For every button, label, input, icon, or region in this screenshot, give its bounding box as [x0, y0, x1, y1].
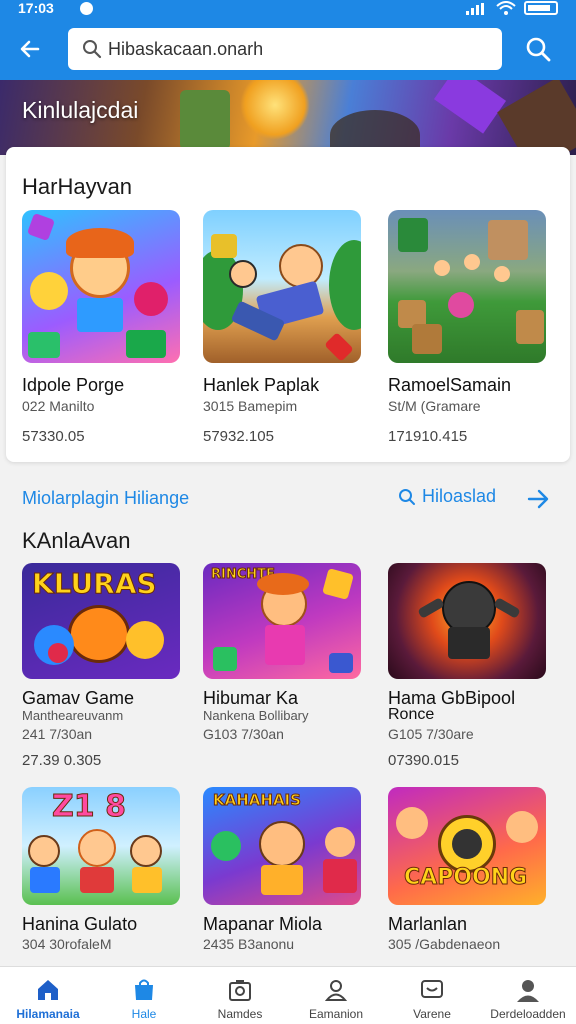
wifi-icon: [496, 1, 516, 15]
game-price: 27.39 0.305: [22, 752, 102, 769]
home-icon: [38, 980, 58, 1000]
game-meta: 3015 Bamepim: [203, 398, 298, 414]
signal-icon: [466, 3, 484, 15]
message-icon: [421, 980, 443, 998]
bag-icon: [135, 979, 153, 1000]
game-price: 57932.105: [203, 428, 274, 445]
bottom-navigation: Hilamanaia Hale Namdes Eamanion Varene D…: [0, 966, 576, 1024]
game-meta: 022 Manilto: [22, 398, 95, 414]
game-thumbnail[interactable]: [203, 210, 361, 363]
profile-icon: [517, 980, 539, 1002]
game-title[interactable]: Idpole Porge: [22, 375, 124, 396]
game-meta: G105 7/30are: [388, 726, 474, 742]
notification-dot-icon: [80, 2, 93, 15]
game-title[interactable]: Hanlek Paplak: [203, 375, 319, 396]
nav-label: Namdes: [217, 1007, 263, 1021]
app-bar: [0, 18, 576, 80]
promo-action-label: Hiloaslad: [422, 486, 497, 506]
battery-icon: [524, 1, 558, 15]
nav-item-camera[interactable]: Namdes: [192, 967, 288, 1024]
game-meta: 304 30rofaleM: [22, 936, 112, 952]
search-input[interactable]: [108, 38, 488, 60]
nav-label: Hilamanaia: [16, 1007, 80, 1021]
nav-item-home[interactable]: Hilamanaia: [0, 967, 96, 1024]
game-title[interactable]: RamoelSamain: [388, 375, 511, 396]
game-meta: Nankena Bollibary: [203, 708, 309, 723]
game-title[interactable]: Hibumar Ka: [203, 688, 298, 709]
game-thumbnail[interactable]: CAPOONG: [388, 787, 546, 905]
search-icon: [83, 40, 102, 59]
game-price: 171910.415: [388, 428, 468, 445]
promo-action-button[interactable]: Hiloaslad: [398, 486, 496, 507]
game-thumbnail[interactable]: [388, 563, 546, 679]
section-title: KAnlaAvan: [22, 528, 131, 553]
people-icon: [324, 980, 348, 1001]
nav-label: Eamanion: [308, 1007, 364, 1021]
search-icon: [399, 488, 415, 505]
game-meta: G103 7/30an: [203, 726, 284, 742]
game-thumbnail[interactable]: [22, 210, 180, 363]
search-icon: [526, 37, 551, 62]
game-meta: St/M (Gramare: [388, 398, 481, 414]
section-title: HarHayvan: [22, 174, 133, 199]
status-bar: 17:03: [0, 0, 576, 18]
search-button[interactable]: [520, 31, 556, 67]
game-meta: Mantheareuvanm: [22, 708, 124, 723]
game-subtitle: Ronce: [388, 706, 435, 723]
arrow-left-icon: [20, 40, 40, 58]
game-thumbnail[interactable]: KAHAHAIS: [203, 787, 361, 905]
nav-label: Varene: [413, 1007, 451, 1021]
nav-item-messages[interactable]: Varene: [384, 967, 480, 1024]
game-meta: 305 /Gabdenaeon: [388, 936, 501, 952]
banner-title: Kinlulajcdai: [22, 97, 139, 123]
nav-item-people[interactable]: Eamanion: [288, 967, 384, 1024]
game-title[interactable]: Mapanar Miola: [203, 914, 322, 935]
game-meta: 2435 B3anonu: [203, 936, 295, 952]
game-thumbnail[interactable]: Z1 8: [22, 787, 180, 905]
camera-icon: [229, 980, 251, 1001]
promo-link[interactable]: Miolarplagin Hiliange: [22, 488, 189, 509]
game-thumbnail[interactable]: RINCHTE: [203, 563, 361, 679]
nav-label: Hale: [131, 1007, 157, 1021]
game-title[interactable]: Gamav Game: [22, 688, 134, 709]
nav-item-store[interactable]: Hale: [96, 967, 192, 1024]
game-price: 57330.05: [22, 428, 85, 445]
game-meta: 241 7/30an: [22, 726, 93, 742]
back-button[interactable]: [12, 31, 48, 67]
arrow-right-icon[interactable]: [526, 487, 552, 511]
game-title[interactable]: Marlanlan: [388, 914, 467, 935]
nav-label: Derdeloadden: [490, 1007, 566, 1021]
nav-item-profile[interactable]: Derdeloadden: [480, 967, 576, 1024]
hero-banner[interactable]: Kinlulajcdai: [0, 80, 576, 155]
search-bar[interactable]: [68, 28, 502, 70]
game-thumbnail[interactable]: [388, 210, 546, 363]
game-title[interactable]: Hanina Gulato: [22, 914, 137, 935]
game-thumbnail[interactable]: KLURAS: [22, 563, 180, 679]
game-price: 07390.015: [388, 752, 459, 769]
status-time: 17:03: [18, 0, 54, 16]
